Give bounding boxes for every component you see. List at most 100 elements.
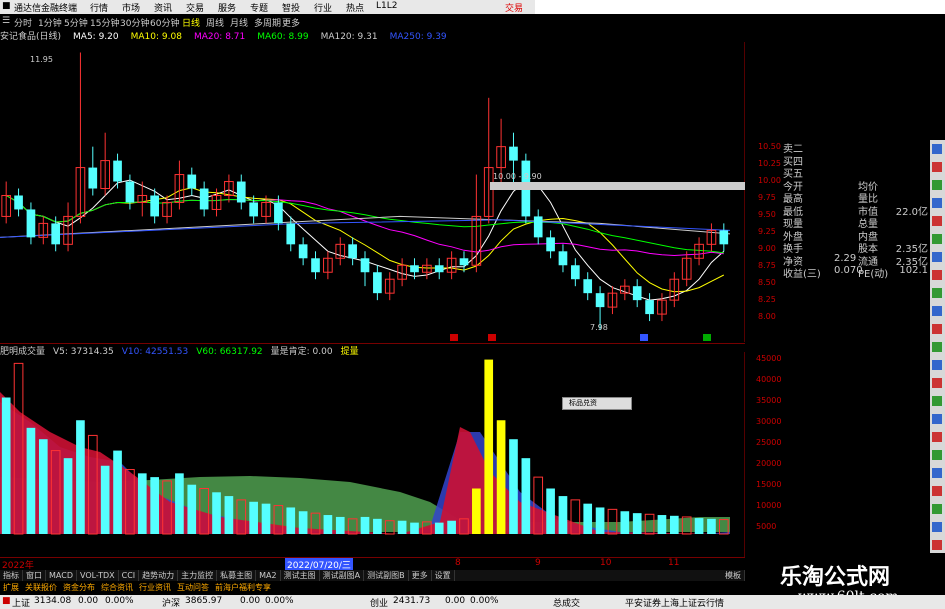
menu-item-quotes[interactable]: 行情 <box>90 1 108 14</box>
cy-label[interactable]: 创业 <box>370 596 388 609</box>
indicator-tab[interactable]: 测试主图 <box>281 570 320 581</box>
volume-chart[interactable] <box>0 352 745 557</box>
bottom-tab[interactable]: 资金分布 <box>60 582 98 594</box>
trade-button[interactable]: 交易 <box>505 1 523 14</box>
period-60min[interactable]: 60分钟 <box>150 16 179 29</box>
period-minute[interactable]: 分时 <box>14 16 32 29</box>
volume-bar <box>323 515 333 534</box>
right-toolbar-icon[interactable] <box>932 324 942 334</box>
right-toolbar-icon[interactable] <box>932 288 942 298</box>
volume-bar <box>100 465 110 534</box>
volume-yaxis-label: 15000 <box>756 480 782 489</box>
ma-legend-items: MA5: 9.20 MA10: 9.08 MA20: 8.71 MA60: 8.99 M… <box>67 32 453 42</box>
right-toolbar-icon[interactable] <box>932 378 942 388</box>
right-toolbar-icon[interactable] <box>932 450 942 460</box>
cy-value: 2431.73 <box>393 596 431 606</box>
candle-body <box>595 293 605 308</box>
indicator-tab[interactable]: CCI <box>119 570 140 581</box>
right-toolbar-icon[interactable] <box>932 468 942 478</box>
template-tab[interactable]: 模板 <box>722 570 745 581</box>
bottom-tab[interactable]: 前海户福利专享 <box>212 582 274 594</box>
right-toolbar-icon[interactable] <box>932 144 942 154</box>
right-toolbar-icon[interactable] <box>932 540 942 550</box>
period-1min[interactable]: 1分钟 <box>38 16 62 29</box>
sh-label[interactable]: 上证 <box>12 596 30 609</box>
right-toolbar-icon[interactable] <box>932 522 942 532</box>
menu-item-service[interactable]: 服务 <box>218 1 236 14</box>
volume-bar <box>113 450 122 534</box>
indicator-tab[interactable]: 测试副图B <box>364 570 409 581</box>
menu-item-industry[interactable]: 行业 <box>314 1 332 14</box>
period-monthly[interactable]: 月线 <box>230 16 248 29</box>
menu-item-news[interactable]: 资讯 <box>154 1 172 14</box>
menu-item-l1l2[interactable]: L1L2 <box>376 1 397 11</box>
right-toolbar-icon[interactable] <box>932 414 942 424</box>
right-toolbar-icon[interactable] <box>932 162 942 172</box>
floating-toolbar-popup[interactable]: 标品兑资 <box>562 397 632 410</box>
right-toolbar-icon[interactable] <box>932 504 942 514</box>
candle-body <box>88 167 98 189</box>
right-toolbar-icon[interactable] <box>932 216 942 226</box>
volume-bar <box>286 507 296 534</box>
bottom-tab[interactable]: 综合资讯 <box>98 582 136 594</box>
volume-bar <box>261 503 271 534</box>
popup-label: 标品兑资 <box>569 399 597 407</box>
volume-yaxis-label: 40000 <box>756 375 782 384</box>
period-15min[interactable]: 15分钟 <box>90 16 119 29</box>
right-toolbar-icon[interactable] <box>932 432 942 442</box>
volume-bar <box>669 515 679 534</box>
period-daily[interactable]: 日线 <box>182 16 200 29</box>
right-toolbar-icon[interactable] <box>932 252 942 262</box>
volume-bar <box>175 473 184 534</box>
period-more[interactable]: 更多 <box>282 16 300 29</box>
volume-bar <box>63 458 73 534</box>
low-price-annotation: 7.98 <box>590 323 608 332</box>
menu-item-market[interactable]: 市场 <box>122 1 140 14</box>
indicator-tab[interactable]: 更多 <box>409 570 432 581</box>
quote-info-mid-label: PE(动) <box>858 269 889 280</box>
right-toolbar-icon[interactable] <box>932 396 942 406</box>
ma120-line <box>0 215 731 238</box>
right-toolbar-icon[interactable] <box>932 234 942 244</box>
indicator-tab[interactable]: 趋势动力 <box>139 570 179 581</box>
menu-item-trade[interactable]: 交易 <box>186 1 204 14</box>
right-toolbar-icon[interactable] <box>932 180 942 190</box>
bottom-tab[interactable]: 互动问答 <box>174 582 212 594</box>
indicator-tab[interactable]: 测试副图A <box>320 570 365 581</box>
bottom-tab[interactable]: 关联报价 <box>22 582 60 594</box>
indicator-tab[interactable]: MA2 <box>256 570 281 581</box>
indicator-tab[interactable]: VOL-TDX <box>77 570 119 581</box>
quote-info-row: 买四 <box>750 153 930 168</box>
quote-info-value-1: 2.29 <box>834 252 857 264</box>
period-multi[interactable]: 多周期 <box>254 16 281 29</box>
right-toolbar-icon[interactable] <box>932 198 942 208</box>
period-weekly[interactable]: 周线 <box>206 16 224 29</box>
right-toolbar-icon[interactable] <box>932 270 942 280</box>
period-5min[interactable]: 5分钟 <box>64 16 88 29</box>
volume-bar <box>657 515 667 534</box>
indicator-tab[interactable]: 窗口 <box>23 570 46 581</box>
right-toolbar-icon[interactable] <box>932 360 942 370</box>
hs-label[interactable]: 沪深 <box>162 596 180 609</box>
period-30min[interactable]: 30分钟 <box>120 16 149 29</box>
right-toolbar-icon[interactable] <box>932 486 942 496</box>
menu-item-smart[interactable]: 智投 <box>282 1 300 14</box>
indicator-tab[interactable]: MACD <box>46 570 77 581</box>
bottom-tab[interactable]: 行业资讯 <box>136 582 174 594</box>
bottom-tab[interactable]: 扩展 <box>0 582 22 594</box>
date-axis: 2022年 2022/07/20/三 8 9 10 11 <box>0 557 745 571</box>
indicator-tab[interactable]: 私募主图 <box>217 570 257 581</box>
menu-icon[interactable]: ☰ <box>2 16 10 26</box>
candle-body <box>298 244 308 259</box>
right-toolbar-icon[interactable] <box>932 342 942 352</box>
right-toolbar-icon[interactable] <box>932 306 942 316</box>
volume-bar <box>38 439 48 534</box>
cy-percent: 0.00% <box>470 596 499 606</box>
menu-item-topic[interactable]: 专题 <box>250 1 268 14</box>
kline-chart[interactable]: 10.00 - 9.90 11.95 7.98 <box>0 42 745 342</box>
right-toolbar[interactable] <box>930 140 945 580</box>
indicator-tab[interactable]: 设置 <box>432 570 455 581</box>
indicator-tab[interactable]: 指标 <box>0 570 23 581</box>
menu-item-hot[interactable]: 热点 <box>346 1 364 14</box>
indicator-tab[interactable]: 主力监控 <box>178 570 218 581</box>
